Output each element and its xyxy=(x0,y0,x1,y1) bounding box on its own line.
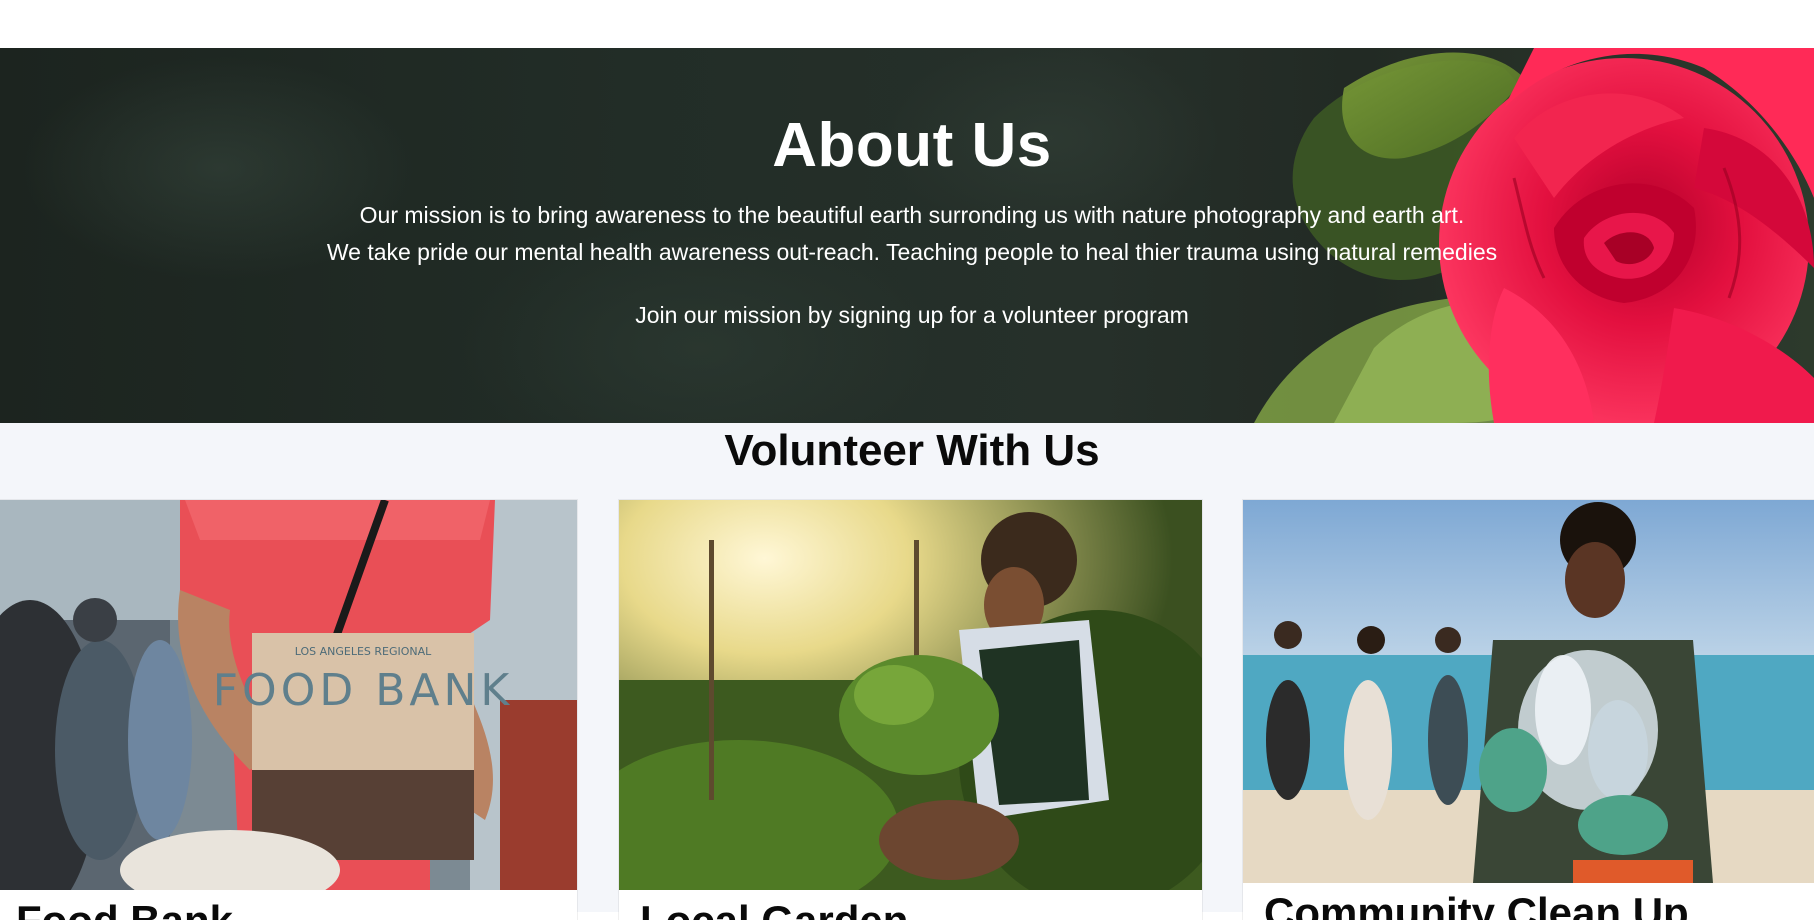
mental-health-text: We take pride our mental health awarenes… xyxy=(326,239,1498,265)
volunteer-card-food-bank[interactable]: LOS ANGELES REGIONAL FOOD BANK Food Bank xyxy=(0,500,577,920)
volunteer-section: Volunteer With Us LOS ANGELES REGIONAL F… xyxy=(0,423,1814,920)
volunteer-card-local-garden[interactable]: Local Garden xyxy=(619,500,1202,920)
volunteer-heading: Volunteer With Us xyxy=(724,426,1100,475)
card-title: Local Garden xyxy=(640,897,908,920)
community-clean-up-image xyxy=(1243,500,1814,883)
about-hero: About Us Our mission is to bring awarene… xyxy=(0,48,1814,423)
volunteer-card-community-clean-up[interactable]: Community Clean Up xyxy=(1243,500,1814,920)
local-garden-image xyxy=(619,500,1202,890)
food-bank-image: LOS ANGELES REGIONAL FOOD BANK xyxy=(0,500,577,890)
page-title: About Us xyxy=(772,111,1052,180)
rose-image xyxy=(1254,48,1814,423)
box-label-main: FOOD BANK xyxy=(213,665,514,716)
card-title: Community Clean Up xyxy=(1264,889,1689,920)
box-label-top: LOS ANGELES REGIONAL xyxy=(295,645,432,658)
mission-text: Our mission is to bring awareness to the… xyxy=(359,202,1465,228)
top-bar xyxy=(0,0,1814,48)
card-title: Food Bank xyxy=(16,897,233,920)
join-mission-text: Join our mission by signing up for a vol… xyxy=(635,302,1189,328)
